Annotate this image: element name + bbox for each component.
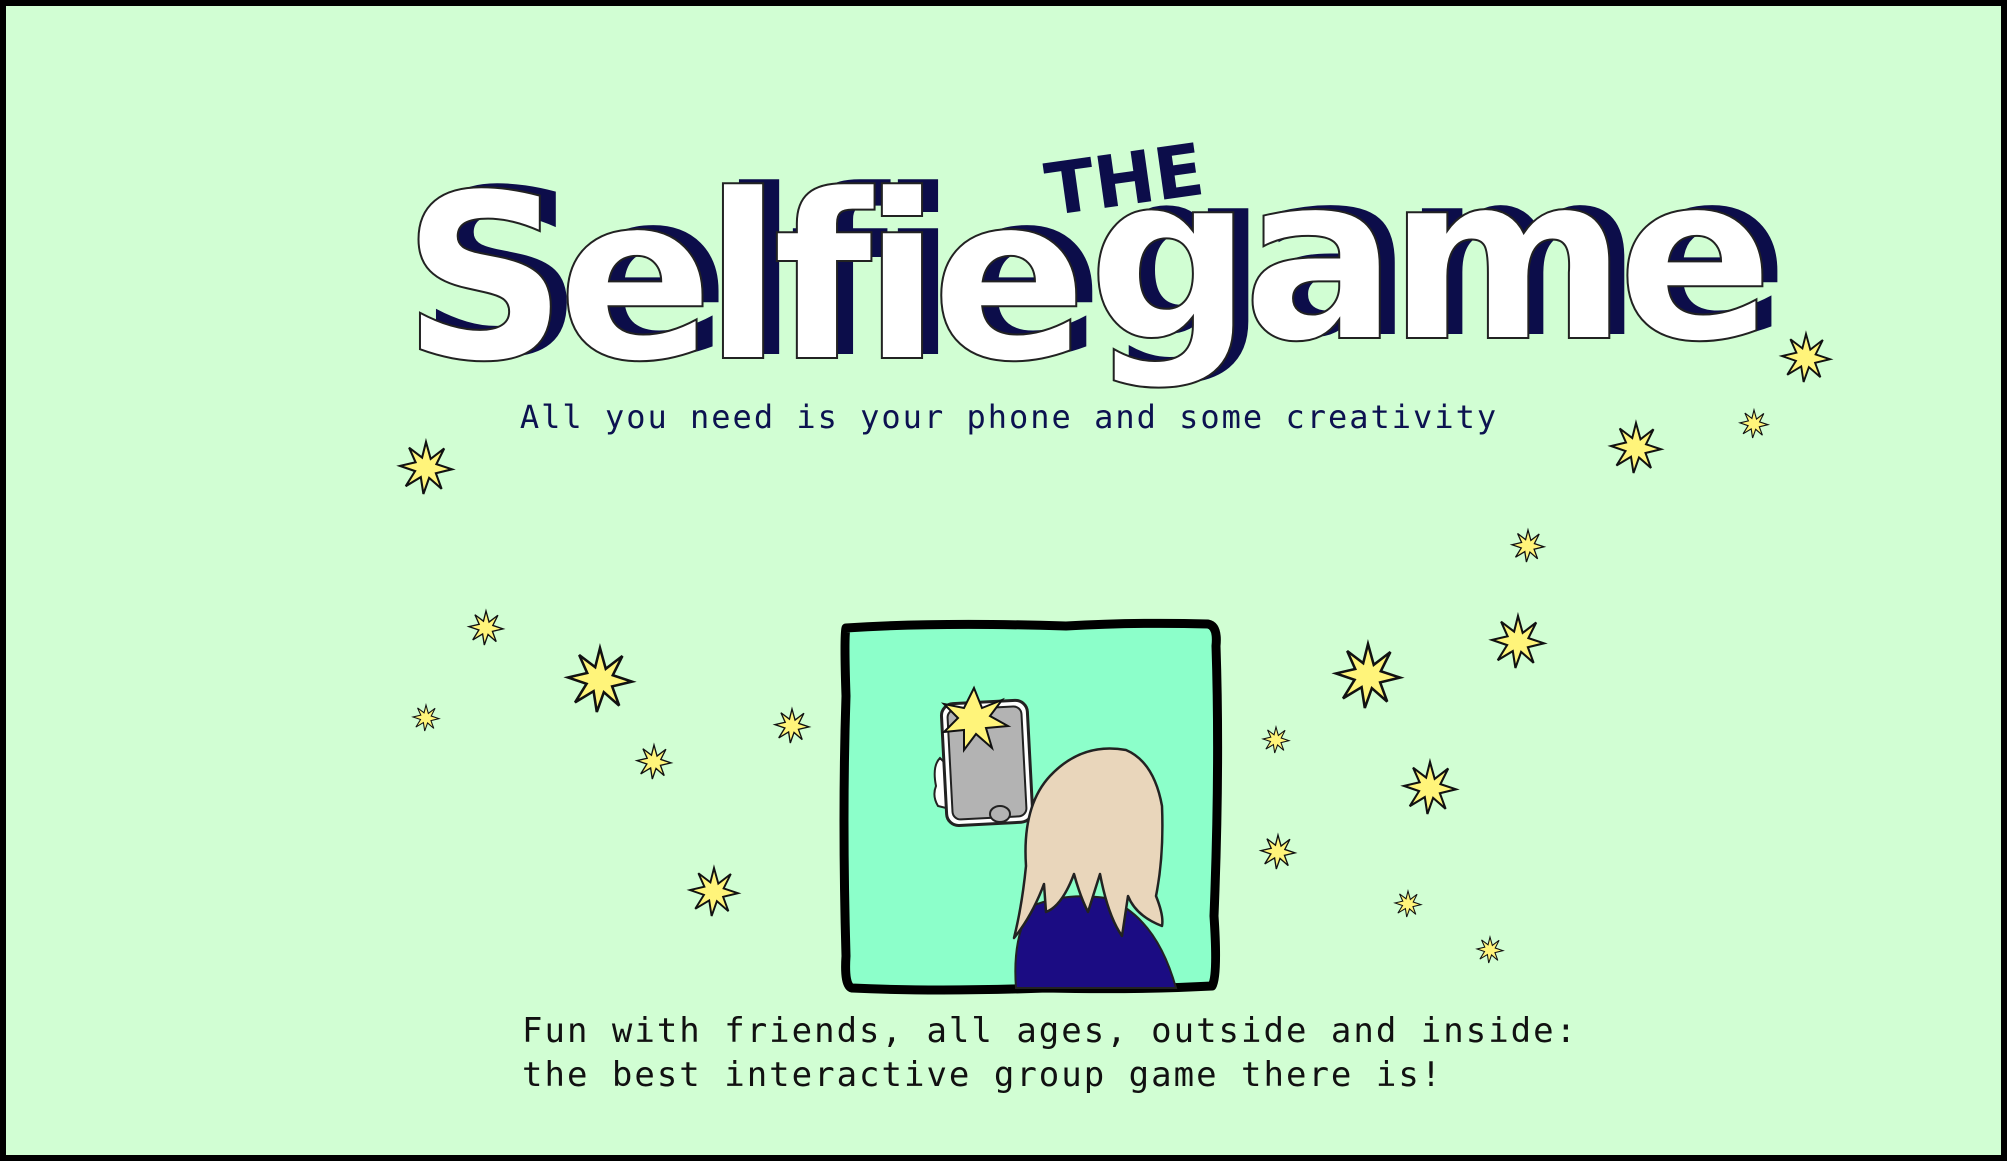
sparkle-icon: [1394, 890, 1422, 918]
sparkle-icon: [1402, 760, 1458, 816]
selfie-illustration: [839, 618, 1223, 995]
sparkle-icon: [636, 744, 672, 780]
sparkle-icon: [1490, 614, 1546, 670]
sparkle-icon: [398, 440, 454, 496]
sparkle-icon: [689, 867, 739, 917]
sparkle-icon: [1781, 333, 1831, 383]
sparkle-icon: [1739, 409, 1769, 439]
description-line-2: the best interactive group game there is…: [522, 1055, 1444, 1095]
sparkle-icon: [1476, 936, 1504, 964]
sparkle-icon: [566, 646, 634, 714]
sparkle-icon: [774, 708, 810, 744]
game-poster: Selfie game Selfie game THE All you need…: [0, 0, 2007, 1161]
sparkle-icon: [1511, 529, 1545, 563]
description-line-1: Fun with friends, all ages, outside and …: [522, 1011, 1579, 1051]
sparkle-icon: [1610, 422, 1662, 474]
sparkle-icon: [412, 704, 440, 732]
description: Fun with friends, all ages, outside and …: [522, 1009, 1622, 1097]
sparkle-icon: [1260, 834, 1296, 870]
sparkle-icon: [468, 610, 504, 646]
sparkle-icon: [1334, 642, 1402, 710]
sparkle-icon: [1262, 726, 1290, 754]
